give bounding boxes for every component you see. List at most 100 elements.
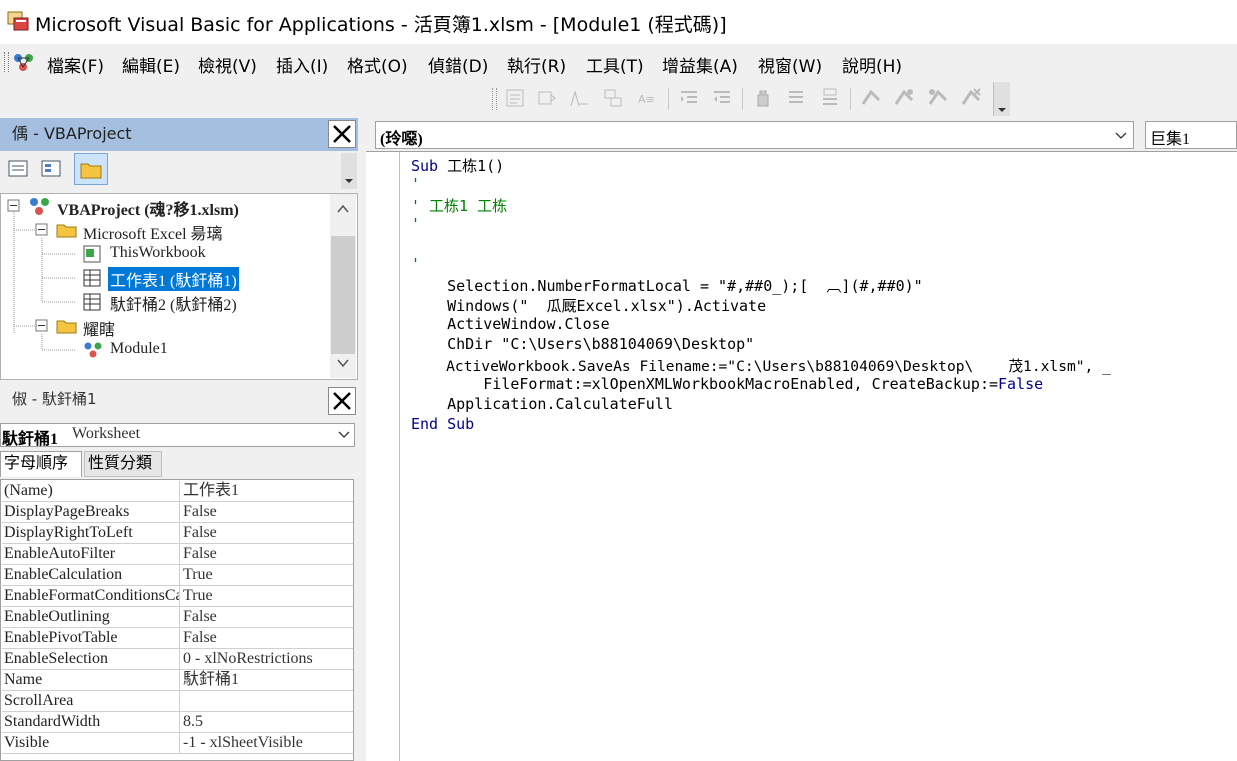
- property-row[interactable]: EnablePivotTable False: [2, 628, 353, 649]
- menu-window[interactable]: 視窗(W): [758, 52, 822, 77]
- next-bookmark-icon[interactable]: [892, 86, 916, 110]
- code-line[interactable]: Application.CalculateFull: [411, 395, 673, 413]
- menu-format[interactable]: 格式(O): [347, 52, 408, 77]
- property-row[interactable]: EnableFormatConditionsCalculationTrue: [2, 586, 353, 607]
- vba-project-icon[interactable]: [11, 50, 37, 74]
- pane-splitter[interactable]: [358, 118, 366, 761]
- property-value[interactable]: False: [183, 523, 351, 543]
- property-row[interactable]: ScrollArea: [2, 691, 353, 712]
- property-row[interactable]: DisplayRightToLeft False: [2, 523, 353, 544]
- view-object-icon[interactable]: [40, 158, 62, 180]
- menu-debug[interactable]: 偵錯(D): [428, 52, 488, 77]
- code-line[interactable]: Sub 工栋1(): [411, 155, 504, 176]
- menu-file[interactable]: 檔案(F): [47, 52, 104, 77]
- procedure-combo-value: 巨集1: [1150, 131, 1191, 148]
- object-combo[interactable]: (玲噁): [375, 121, 1134, 149]
- property-value[interactable]: 0 - xlNoRestrictions: [183, 649, 351, 669]
- code-line[interactable]: ActiveWindow.Close: [411, 315, 610, 333]
- tree-item-modules[interactable]: 耀瞎: [83, 316, 115, 340]
- list-constants-icon[interactable]: [535, 86, 559, 110]
- menu-tools[interactable]: 工具(T): [586, 52, 644, 77]
- menu-run[interactable]: 執行(R): [507, 52, 566, 77]
- property-name: EnableSelection: [4, 649, 180, 669]
- outdent-icon[interactable]: [710, 86, 734, 110]
- procedure-combo[interactable]: 巨集1: [1145, 121, 1237, 149]
- project-toolbar-overflow[interactable]: [341, 153, 357, 189]
- object-selector-type: Worksheet: [72, 425, 141, 442]
- object-selector-combo[interactable]: 馱釬桶1 Worksheet: [0, 423, 355, 448]
- code-comment[interactable]: ' 工栋1 工栋: [411, 195, 507, 216]
- property-value[interactable]: 工作表1: [183, 481, 351, 501]
- clear-bookmarks-icon[interactable]: [959, 86, 983, 110]
- property-value[interactable]: False: [183, 628, 351, 648]
- property-value[interactable]: False: [183, 502, 351, 522]
- indent-icon[interactable]: [677, 86, 701, 110]
- code-text: FileFormat:=xlOpenXMLWorkbookMacroEnable…: [411, 375, 998, 393]
- menu-edit[interactable]: 編輯(E): [122, 52, 180, 77]
- property-name: EnableCalculation: [4, 565, 180, 585]
- property-value[interactable]: True: [183, 565, 351, 585]
- property-row[interactable]: DisplayPageBreaks False: [2, 502, 353, 523]
- property-row[interactable]: StandardWidth 8.5: [2, 712, 353, 733]
- tree-item-excel-objects[interactable]: Microsoft Excel 昜璃: [83, 220, 223, 244]
- comment-block-icon[interactable]: [784, 86, 808, 110]
- chevron-down-icon: [338, 431, 350, 438]
- tab-alphabetic[interactable]: 字母順序: [0, 451, 82, 477]
- menu-help[interactable]: 說明(H): [842, 52, 902, 77]
- property-value[interactable]: -1 - xlSheetVisible: [183, 733, 351, 753]
- code-comment[interactable]: ': [411, 215, 420, 233]
- menu-addins[interactable]: 增益集(A): [662, 52, 738, 77]
- property-value[interactable]: [183, 691, 351, 711]
- property-value[interactable]: True: [183, 586, 351, 606]
- toolbar-grip-handle[interactable]: [492, 88, 497, 110]
- property-value[interactable]: 馱釬桶1: [183, 670, 351, 690]
- code-text: 工栋1(): [438, 157, 505, 175]
- property-value[interactable]: False: [183, 607, 351, 627]
- property-row[interactable]: (Name) 工作表1: [2, 481, 353, 502]
- tree-item-thisworkbook[interactable]: ThisWorkbook: [110, 244, 206, 262]
- property-row[interactable]: EnableSelection 0 - xlNoRestrictions: [2, 649, 353, 670]
- property-row[interactable]: EnableCalculation True: [2, 565, 353, 586]
- code-line[interactable]: Windows(" 瓜厩Excel.xlsx").Activate: [411, 295, 766, 316]
- uncomment-block-icon[interactable]: [818, 86, 842, 110]
- toolbar-overflow-button[interactable]: [993, 82, 1010, 116]
- tree-item-sheet1[interactable]: 工作表1 (馱釬桶1): [107, 266, 240, 292]
- tab-categorized[interactable]: 性質分類: [84, 451, 162, 477]
- code-line[interactable]: FileFormat:=xlOpenXMLWorkbookMacroEnable…: [411, 375, 1043, 393]
- property-value[interactable]: 8.5: [183, 712, 351, 732]
- project-explorer-close-button[interactable]: [328, 120, 356, 148]
- project-tree-scrollbar[interactable]: [330, 194, 356, 378]
- vbaproject-icon[interactable]: [28, 195, 52, 217]
- menu-insert[interactable]: 插入(I): [276, 52, 328, 77]
- tree-item-module1[interactable]: Module1: [110, 340, 168, 358]
- property-row[interactable]: EnableOutlining False: [2, 607, 353, 628]
- code-line[interactable]: ActiveWorkbook.SaveAs Filename:="C:\User…: [411, 355, 1111, 376]
- code-comment[interactable]: ': [411, 255, 420, 273]
- properties-grid: (Name) 工作表1 DisplayPageBreaks False Displa…: [0, 479, 354, 761]
- code-line[interactable]: ChDir "C:\Users\b88104069\Desktop": [411, 335, 754, 353]
- view-code-icon[interactable]: [7, 158, 29, 180]
- property-row[interactable]: Name 馱釬桶1: [2, 670, 353, 691]
- previous-bookmark-icon[interactable]: [926, 86, 950, 110]
- parameter-info-icon[interactable]: [601, 86, 625, 110]
- menu-grip-handle[interactable]: [4, 52, 9, 72]
- code-line[interactable]: Selection.NumberFormatLocal = "#,##0_);[…: [411, 275, 923, 296]
- code-editor[interactable]: [366, 151, 1237, 761]
- toggle-bookmark-icon[interactable]: [859, 86, 883, 110]
- complete-word-icon[interactable]: A≡: [636, 86, 660, 110]
- tree-item-sheet2[interactable]: 馱釬桶2 (馱釬桶2): [110, 291, 237, 315]
- menu-view[interactable]: 檢視(V): [198, 52, 257, 77]
- property-value[interactable]: False: [183, 544, 351, 564]
- quick-info-icon[interactable]: [567, 86, 591, 110]
- properties-close-button[interactable]: [328, 387, 356, 415]
- breakpoint-hand-icon[interactable]: [751, 86, 775, 110]
- code-comment[interactable]: ': [411, 175, 420, 193]
- code-margin-indicator-bar[interactable]: [368, 152, 400, 761]
- tree-item-vbaproject[interactable]: VBAProject (魂?移1.xlsm): [57, 196, 239, 220]
- code-line[interactable]: End Sub: [411, 415, 474, 433]
- property-row[interactable]: EnableAutoFilter False: [2, 544, 353, 565]
- list-properties-icon[interactable]: [503, 86, 527, 110]
- toggle-folders-button[interactable]: [74, 153, 108, 185]
- property-row[interactable]: Visible -1 - xlSheetVisible: [2, 733, 353, 754]
- worksheet-icon: [83, 269, 101, 287]
